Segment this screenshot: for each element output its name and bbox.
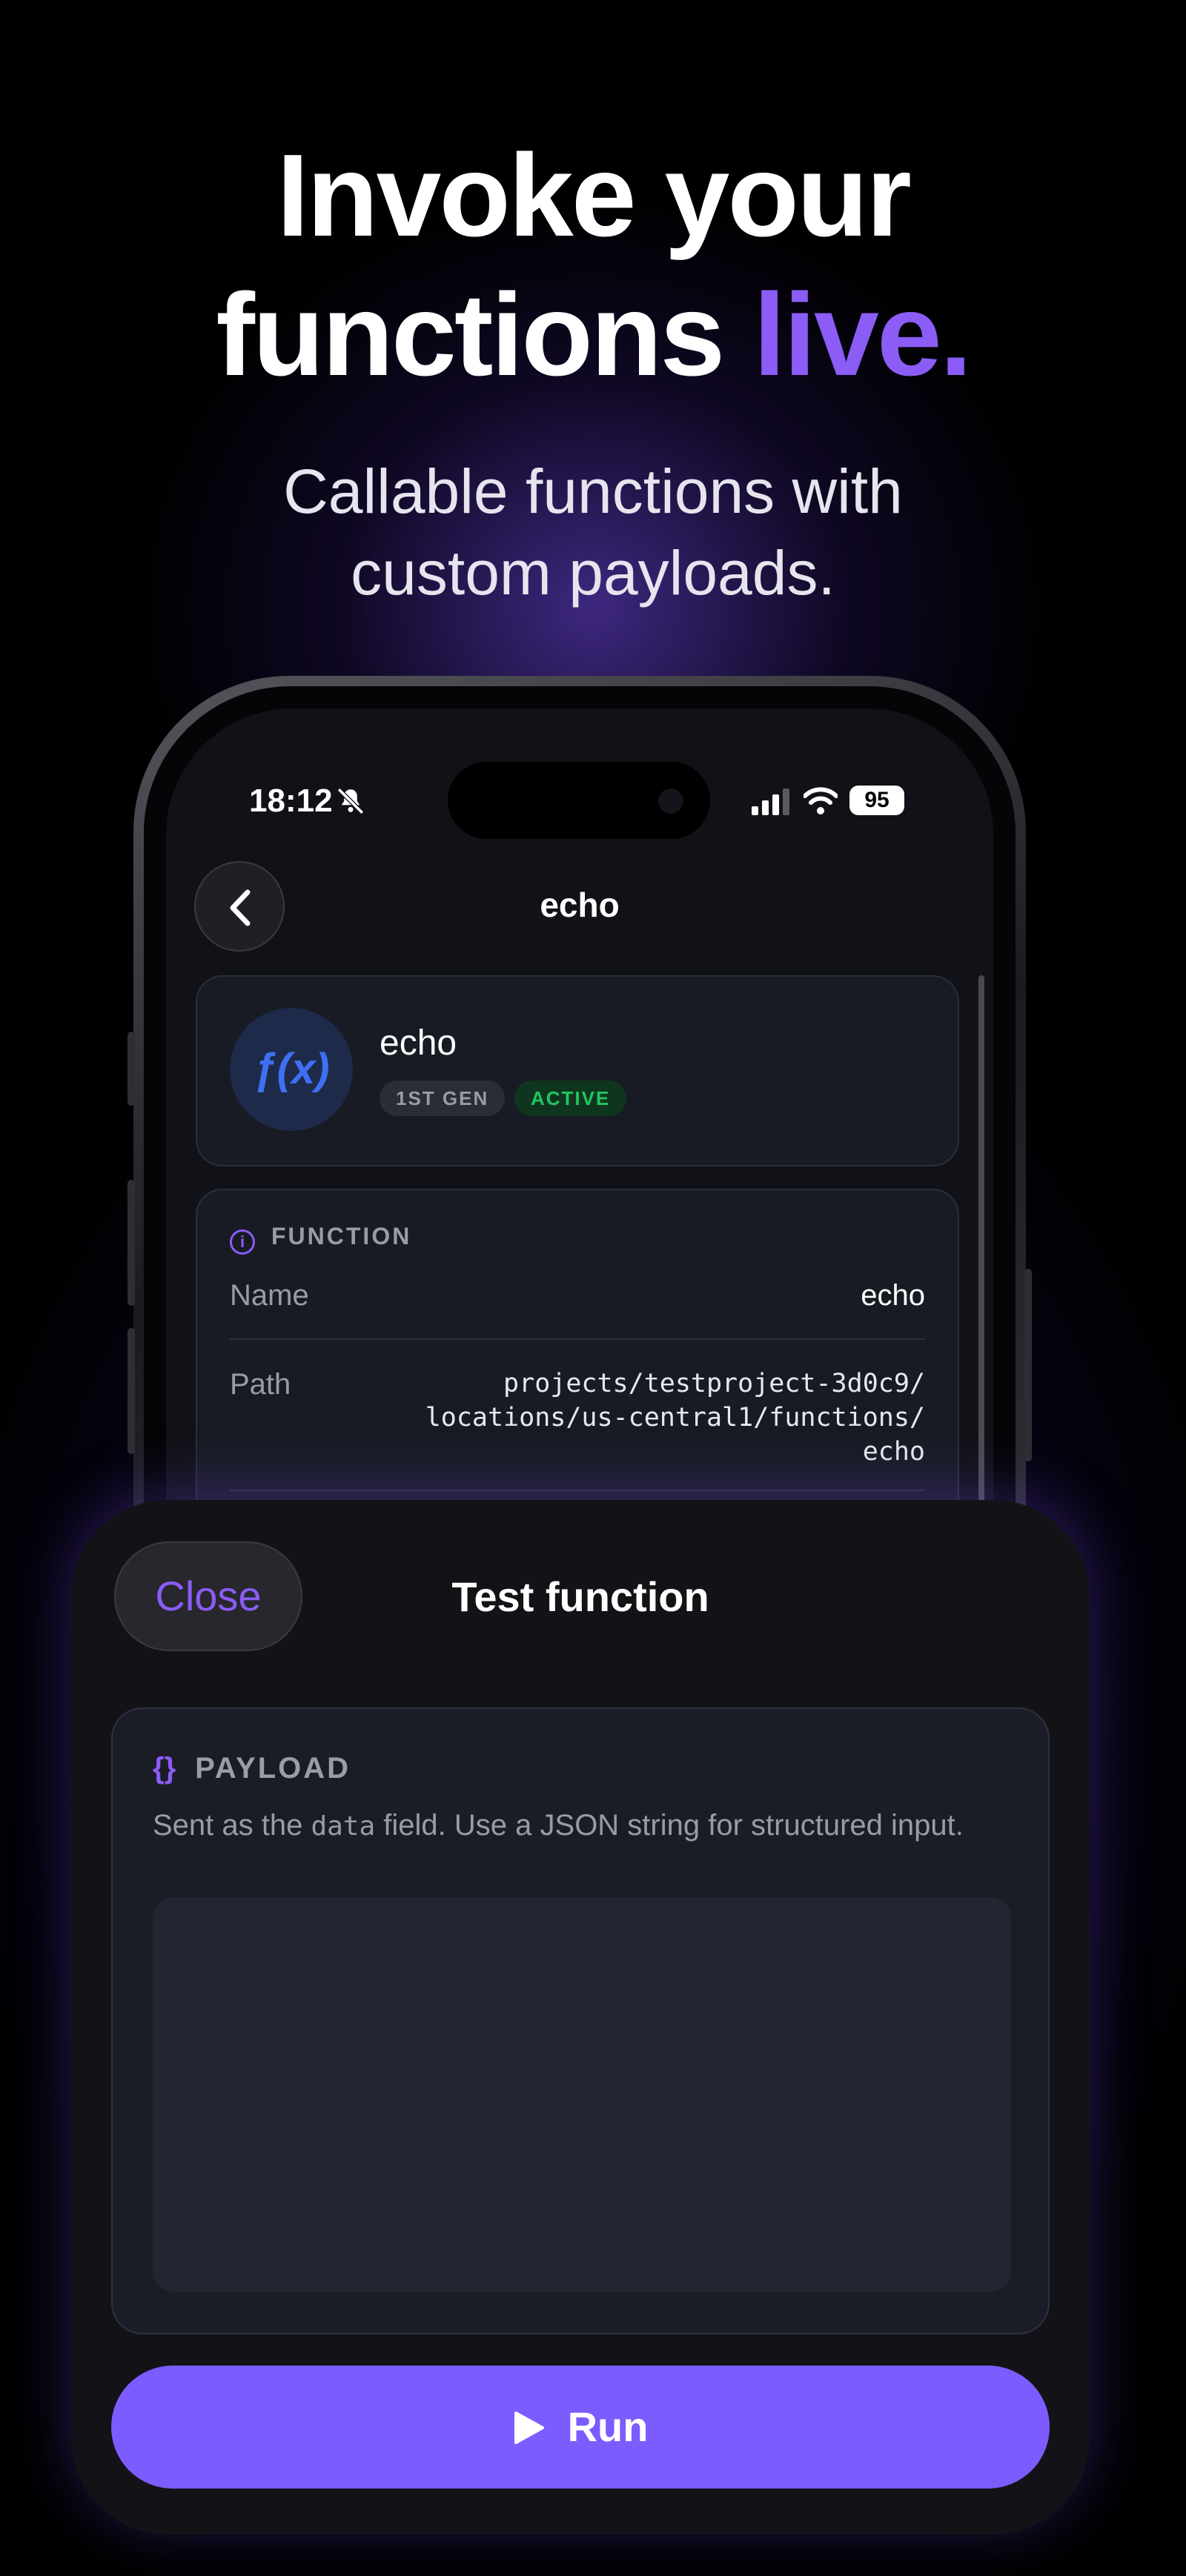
function-summary-card: ƒ(x) echo 1ST GEN ACTIVE xyxy=(196,975,959,1166)
status-time: 18:12 xyxy=(249,783,333,819)
headline-line-1: Invoke your xyxy=(276,130,912,261)
payload-desc-text: Sent as the xyxy=(153,1809,311,1842)
generation-badge: 1ST GEN xyxy=(380,1080,506,1116)
run-button[interactable]: Run xyxy=(111,2366,1050,2489)
test-function-sheet: Close Test function {} PAYLOAD Sent as th… xyxy=(71,1500,1090,2534)
headline-accent: live. xyxy=(753,270,972,400)
payload-description: Sent as the data field. Use a JSON strin… xyxy=(153,1807,968,1845)
headline: Invoke your functions live. xyxy=(0,126,1186,405)
name-label: Name xyxy=(230,1279,309,1312)
divider xyxy=(230,1338,925,1340)
path-line-1: projects/testproject-3d0c9/ xyxy=(503,1369,925,1398)
path-line-3: echo xyxy=(862,1437,925,1467)
function-icon: ƒ(x) xyxy=(230,1008,353,1131)
path-value: projects/testproject-3d0c9/ locations/us… xyxy=(425,1367,925,1469)
name-value: echo xyxy=(861,1279,925,1312)
subheadline-line-2: custom payloads. xyxy=(351,538,835,608)
function-name: echo xyxy=(380,1023,457,1063)
divider xyxy=(230,1490,925,1491)
path-label: Path xyxy=(230,1368,291,1401)
headline-prefix: functions xyxy=(216,270,754,400)
page-title: echo xyxy=(540,886,620,924)
payload-desc-text-end: field. Use a JSON string for structured … xyxy=(375,1809,964,1842)
volume-down-button xyxy=(127,1328,135,1454)
bell-slash-icon xyxy=(337,788,364,814)
play-icon xyxy=(514,2411,544,2444)
camera-icon xyxy=(658,789,683,814)
action-button xyxy=(127,1032,135,1106)
path-line-2: locations/us-central1/functions/ xyxy=(425,1403,925,1433)
subheadline-line-1: Callable functions with xyxy=(283,457,903,526)
headline-line-2: functions live. xyxy=(0,265,1186,405)
braces-icon: {} xyxy=(153,1752,176,1785)
sheet-title: Test function xyxy=(451,1573,709,1620)
section-header: i FUNCTION xyxy=(230,1223,411,1255)
battery-icon: 95 xyxy=(849,786,904,815)
run-label: Run xyxy=(567,2403,649,2450)
status-badge: ACTIVE xyxy=(514,1080,627,1116)
subheadline: Callable functions with custom payloads. xyxy=(0,451,1186,614)
payload-header: {} PAYLOAD xyxy=(153,1752,351,1785)
volume-up-button xyxy=(127,1180,135,1306)
payload-input[interactable] xyxy=(153,1897,1011,2291)
scrollbar[interactable] xyxy=(978,975,984,1538)
power-button xyxy=(1024,1269,1032,1461)
payload-desc-code: data xyxy=(311,1811,376,1842)
info-icon: i xyxy=(230,1229,255,1255)
section-title: FUNCTION xyxy=(271,1223,412,1249)
payload-heading: PAYLOAD xyxy=(195,1752,351,1785)
payload-card: {} PAYLOAD Sent as the data field. Use a … xyxy=(111,1707,1050,2334)
dynamic-island xyxy=(448,762,710,839)
signal-icon xyxy=(752,789,789,815)
wifi-icon xyxy=(804,787,838,814)
